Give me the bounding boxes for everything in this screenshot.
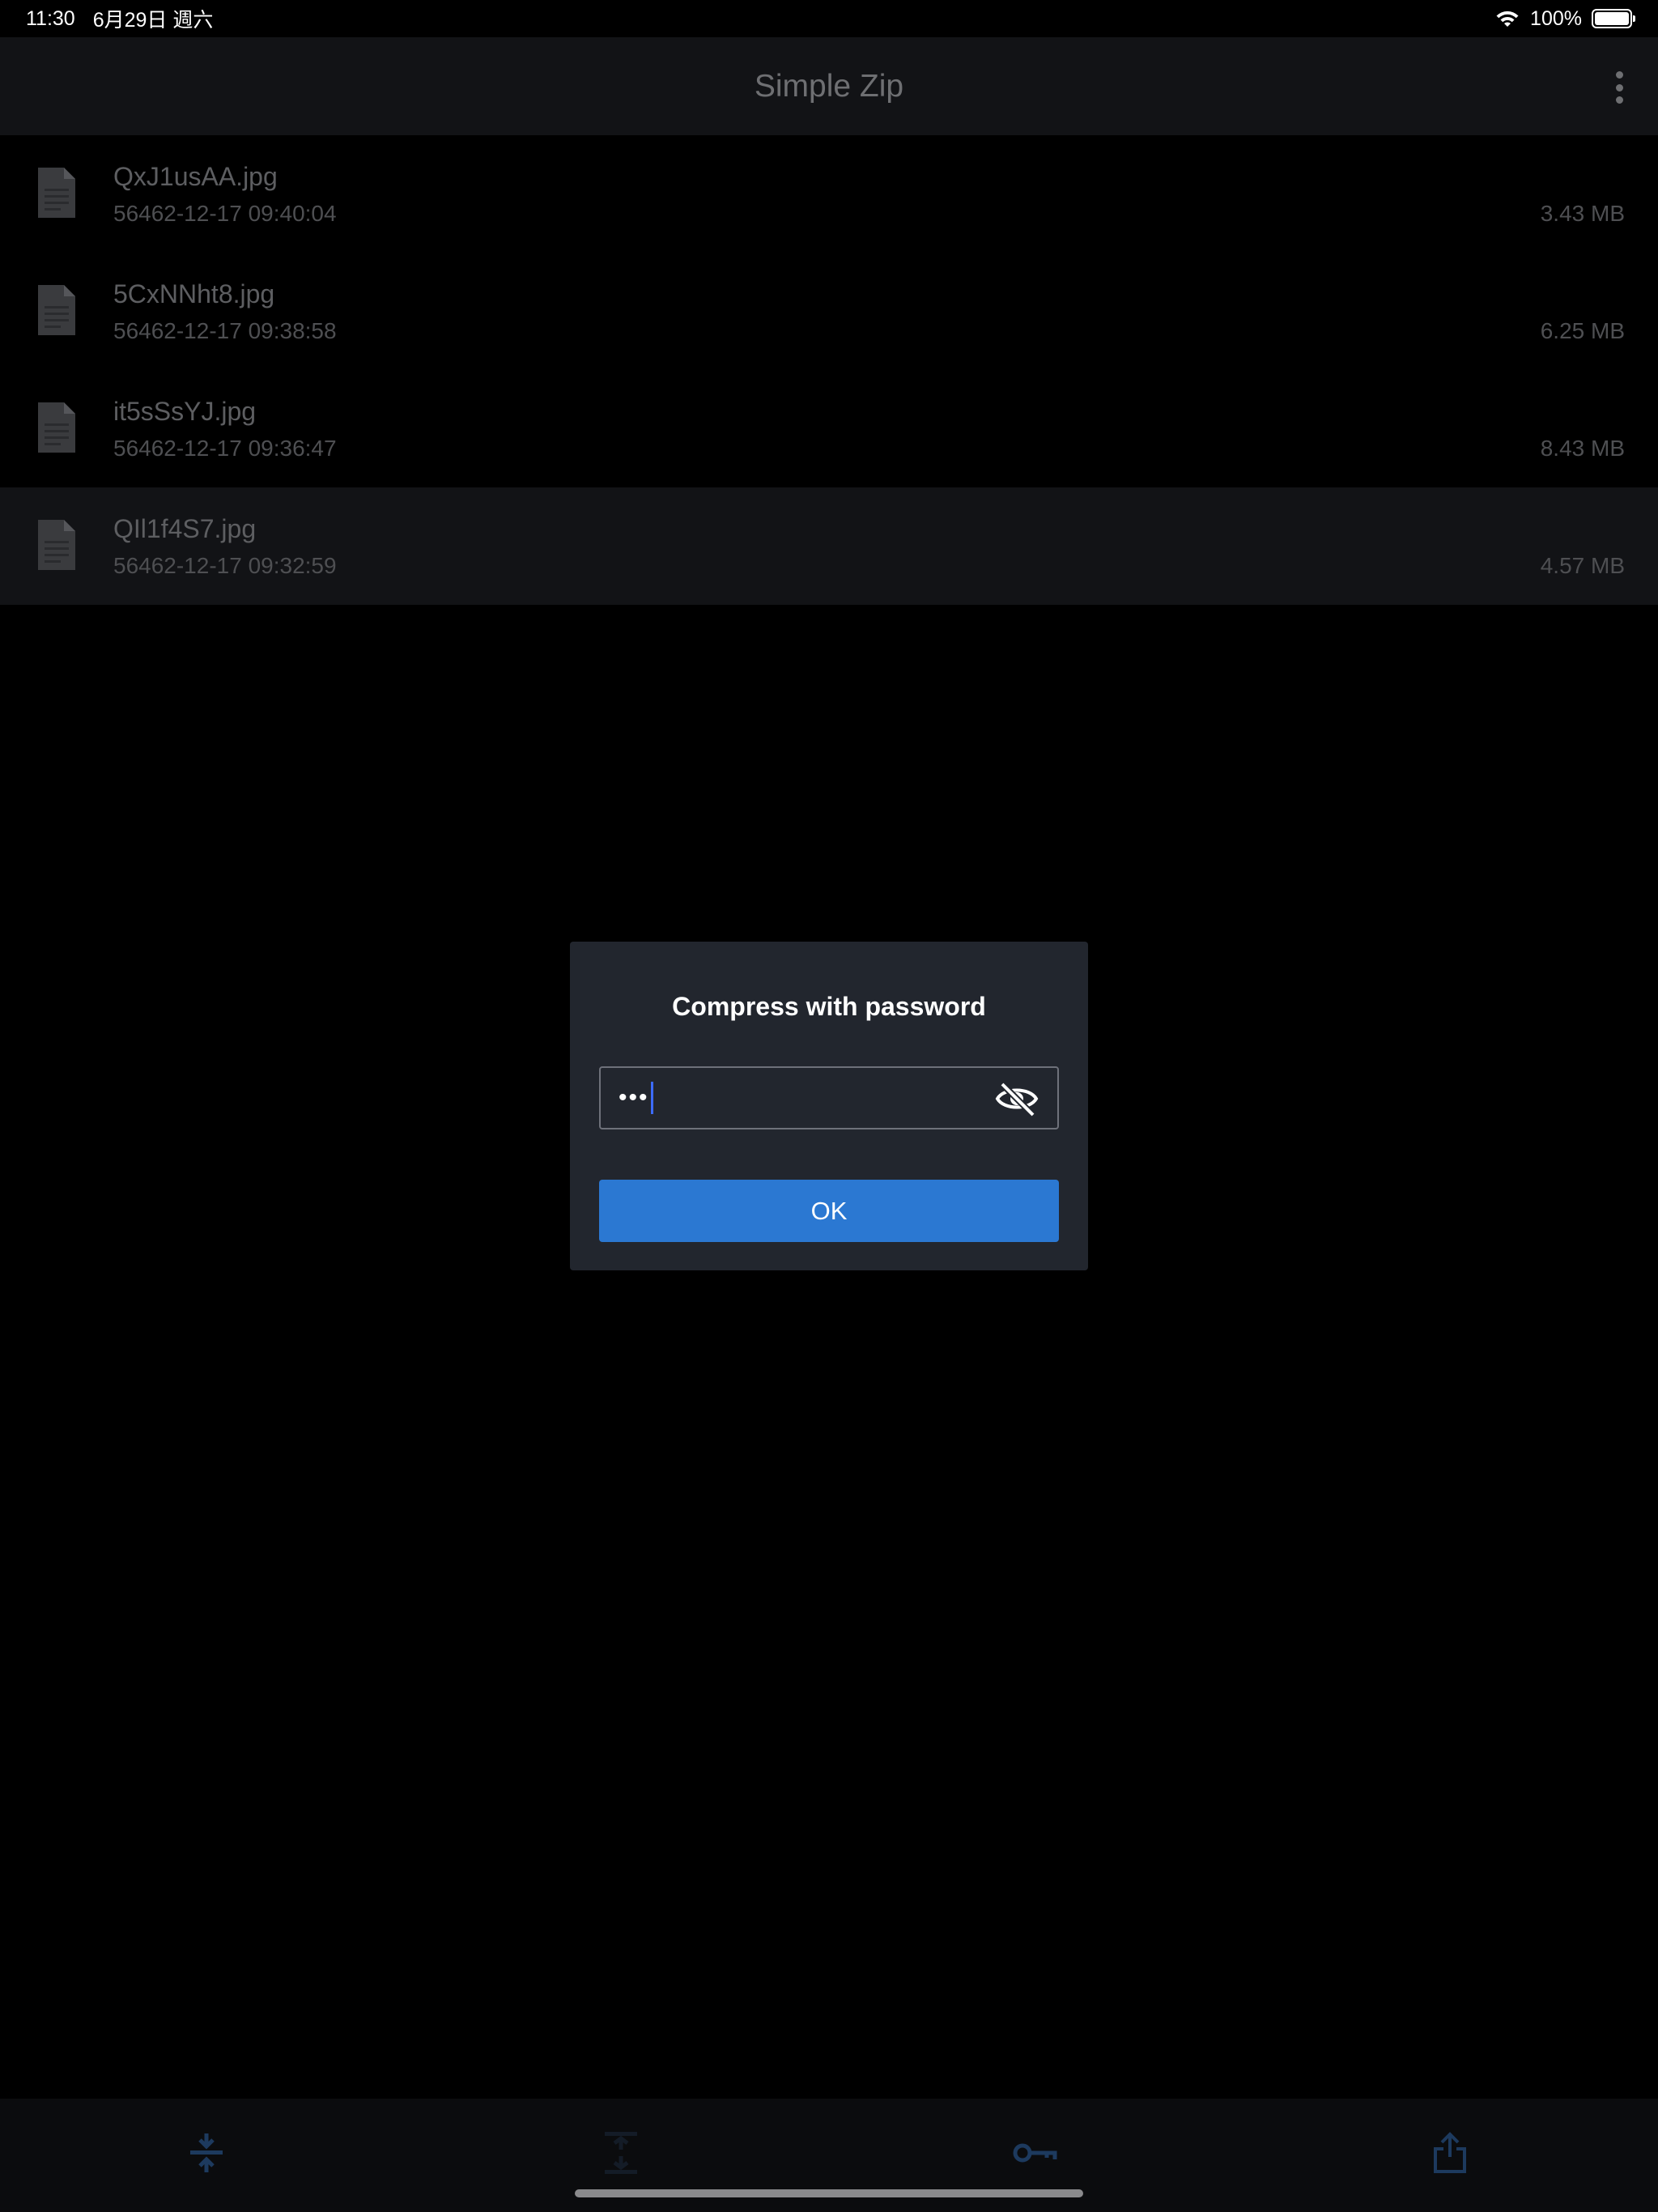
file-row[interactable]: QxJ1usAA.jpg 56462-12-17 09:40:04 3.43 M… xyxy=(0,135,1658,253)
file-date: 56462-12-17 09:36:47 xyxy=(113,436,337,461)
share-icon xyxy=(1434,2132,1466,2173)
file-name: 5CxNNht8.jpg xyxy=(113,279,275,308)
password-value: ••• xyxy=(619,1084,649,1111)
wifi-icon xyxy=(1496,11,1519,27)
file-size: 6.25 MB xyxy=(1540,318,1625,343)
status-bar: 11:30 6月29日 週六 100% xyxy=(0,0,1658,37)
file-icon xyxy=(38,520,75,570)
more-dot-icon xyxy=(1615,96,1623,104)
status-right: 100% xyxy=(1494,6,1635,31)
password-key-button[interactable] xyxy=(999,2116,1072,2189)
status-left: 11:30 6月29日 週六 xyxy=(26,4,213,33)
file-row[interactable]: 5CxNNht8.jpg 56462-12-17 09:38:58 6.25 M… xyxy=(0,253,1658,370)
key-icon xyxy=(1013,2143,1057,2163)
file-icon xyxy=(38,402,75,453)
more-options-button[interactable] xyxy=(1603,70,1635,105)
file-row-selected[interactable]: QIl1f4S7.jpg 56462-12-17 09:32:59 4.57 M… xyxy=(0,487,1658,605)
dialog-title: Compress with password xyxy=(672,992,986,1021)
eye-off-icon[interactable] xyxy=(994,1081,1039,1117)
battery-fill xyxy=(1595,12,1629,25)
status-time: 11:30 xyxy=(26,6,75,30)
app-bar: Simple Zip xyxy=(0,37,1658,135)
app-title: Simple Zip xyxy=(754,68,904,104)
file-date: 56462-12-17 09:40:04 xyxy=(113,201,337,226)
more-dot-icon xyxy=(1615,71,1623,79)
file-name: QxJ1usAA.jpg xyxy=(113,162,278,191)
file-icon xyxy=(38,285,75,335)
file-name: QIl1f4S7.jpg xyxy=(113,514,257,543)
file-size: 4.57 MB xyxy=(1540,553,1625,578)
compress-button[interactable] xyxy=(170,2116,243,2189)
ok-button[interactable]: OK xyxy=(599,1180,1059,1242)
file-row[interactable]: it5sSsYJ.jpg 56462-12-17 09:36:47 8.43 M… xyxy=(0,370,1658,487)
compress-icon xyxy=(190,2133,223,2172)
file-size: 8.43 MB xyxy=(1540,436,1625,461)
password-input[interactable]: ••• xyxy=(599,1066,1059,1129)
text-caret xyxy=(650,1082,653,1114)
screen: 11:30 6月29日 週六 100% Simple Zip QxJ1usAA.… xyxy=(0,0,1658,2212)
extract-icon xyxy=(605,2132,637,2174)
file-size: 3.43 MB xyxy=(1540,201,1625,226)
share-button[interactable] xyxy=(1414,2116,1486,2189)
file-date: 56462-12-17 09:38:58 xyxy=(113,318,337,343)
file-icon xyxy=(38,168,75,218)
battery-percent: 100% xyxy=(1530,6,1582,30)
file-date: 56462-12-17 09:32:59 xyxy=(113,553,337,578)
extract-button[interactable] xyxy=(585,2116,657,2189)
file-list: QxJ1usAA.jpg 56462-12-17 09:40:04 3.43 M… xyxy=(0,135,1658,605)
status-date: 6月29日 週六 xyxy=(92,9,214,32)
more-dot-icon xyxy=(1615,83,1623,91)
file-name: it5sSsYJ.jpg xyxy=(113,397,257,426)
battery-icon xyxy=(1592,9,1635,28)
home-indicator[interactable] xyxy=(575,2189,1083,2197)
compress-password-dialog: Compress with password ••• OK xyxy=(570,942,1088,1270)
